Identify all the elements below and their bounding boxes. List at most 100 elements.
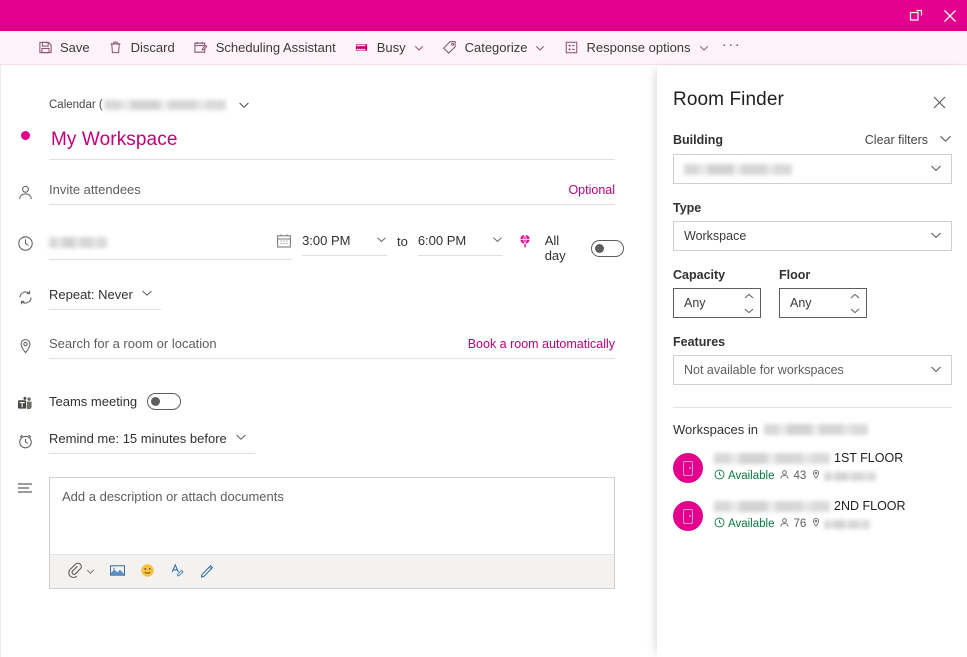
tag-icon — [442, 40, 458, 56]
chevron-down-icon — [141, 287, 153, 302]
building-select[interactable] — [673, 154, 952, 184]
type-value: Workspace — [684, 229, 747, 243]
clock-icon — [714, 469, 725, 483]
capacity-stepper[interactable]: Any — [673, 288, 761, 318]
location-field[interactable]: Search for a room or location Book a roo… — [49, 336, 615, 359]
chevron-down-icon — [699, 43, 709, 53]
description-row: Add a description or attach documents — [1, 477, 615, 589]
capacity-decrement-button[interactable] — [738, 303, 760, 317]
reminder-row: Remind me: 15 minutes before — [1, 431, 255, 454]
capacity-stepper-buttons — [738, 289, 760, 317]
capacity-value: Any — [684, 296, 706, 310]
insert-signature-icon — [169, 562, 186, 582]
edit-pen-icon — [199, 562, 216, 582]
edit-pen-button[interactable] — [193, 558, 221, 586]
book-room-automatically-link[interactable]: Book a room automatically — [468, 337, 615, 351]
workspace-name-redacted — [714, 452, 830, 464]
workspace-name-suffix: 2ND FLOOR — [834, 499, 906, 513]
start-time-value: 3:00 PM — [302, 233, 351, 248]
capacity-group: Capacity Any — [673, 251, 761, 318]
repeat-field[interactable]: Repeat: Never — [49, 287, 161, 310]
floor-stepper[interactable]: Any — [779, 288, 867, 318]
floor-decrement-button[interactable] — [844, 303, 866, 317]
chevron-down-icon — [535, 43, 545, 53]
capacity-increment-button[interactable] — [738, 289, 760, 303]
calendar-value-redacted — [103, 100, 226, 110]
response-options-icon — [563, 40, 579, 56]
description-toolbar — [50, 554, 614, 588]
workspace-location-redacted — [824, 519, 871, 529]
availability-group: Available — [714, 469, 774, 483]
start-date-value-redacted — [49, 237, 107, 248]
workspace-result-item[interactable]: 1ST FLOOR Available 43 — [673, 449, 952, 485]
capacity-floor-row: Capacity Any Floor Any — [673, 251, 952, 318]
clock-icon — [714, 517, 725, 531]
floor-increment-button[interactable] — [844, 289, 866, 303]
attach-file-button[interactable] — [61, 558, 101, 586]
workspace-capacity: 43 — [793, 470, 807, 482]
optional-attendees-link[interactable]: Optional — [568, 183, 615, 197]
emoji-button[interactable] — [133, 558, 161, 586]
person-icon — [1, 182, 49, 201]
reminder-field[interactable]: Remind me: 15 minutes before — [49, 431, 255, 454]
save-button[interactable]: Save — [28, 31, 99, 65]
alarm-clock-icon — [1, 431, 49, 450]
end-time-field[interactable]: 6:00 PM — [417, 233, 503, 256]
all-day-toggle[interactable] — [591, 239, 624, 257]
start-date-field[interactable] — [49, 233, 293, 260]
attendees-field[interactable]: Invite attendees Optional — [49, 182, 615, 205]
location-pin-icon — [1, 336, 49, 355]
categorize-button[interactable]: Categorize — [433, 31, 555, 65]
features-select[interactable]: Not available for workspaces — [673, 355, 952, 385]
start-time-field[interactable]: 3:00 PM — [302, 233, 387, 256]
capacity-group: 76 — [779, 517, 806, 531]
clear-filters-button[interactable]: Clear filters — [865, 132, 952, 148]
command-bar: Save Discard Scheduling Assistant Busy C… — [0, 31, 967, 65]
clock-icon — [1, 233, 49, 252]
attendees-placeholder: Invite attendees — [49, 182, 141, 197]
busy-status-label: Busy — [376, 40, 406, 55]
workspace-result-item[interactable]: 2ND FLOOR Available 76 — [673, 497, 952, 533]
repeat-label: Repeat: Never — [49, 287, 133, 302]
more-commands-button[interactable]: ··· — [718, 31, 746, 65]
description-input[interactable]: Add a description or attach documents — [50, 478, 614, 554]
pop-out-icon — [909, 9, 923, 21]
location-group — [811, 469, 877, 483]
repeat-icon — [1, 287, 49, 306]
response-options-button[interactable]: Response options — [554, 31, 717, 65]
workspaces-heading-prefix: Workspaces in — [673, 422, 759, 437]
calendar-selector[interactable]: Calendar ( — [49, 99, 299, 111]
location-pin-icon — [811, 517, 821, 531]
scheduling-assistant-button[interactable]: Scheduling Assistant — [184, 31, 345, 65]
teams-meeting-toggle[interactable] — [147, 393, 182, 410]
calendar-icon[interactable] — [276, 233, 292, 252]
end-time-value: 6:00 PM — [417, 233, 467, 248]
window-body: Calendar ( My Workspace Invite attendees… — [0, 65, 967, 657]
close-window-button[interactable] — [933, 0, 967, 31]
description-lines-icon — [1, 477, 49, 497]
type-select[interactable]: Workspace — [673, 221, 952, 251]
availability-status: Available — [728, 518, 775, 530]
event-form: Calendar ( My Workspace Invite attendees… — [1, 65, 657, 657]
trash-icon — [108, 40, 124, 56]
workspace-capacity: 76 — [793, 518, 807, 530]
availability-group: Available — [714, 517, 774, 531]
busy-status-icon — [354, 40, 370, 56]
pop-out-button[interactable] — [899, 0, 933, 31]
insert-picture-button[interactable] — [103, 558, 131, 586]
event-title-value: My Workspace — [51, 129, 178, 150]
features-value: Not available for workspaces — [684, 363, 844, 377]
discard-button[interactable]: Discard — [99, 31, 184, 65]
location-group — [811, 517, 871, 531]
features-label: Features — [673, 335, 726, 349]
timezone-icon[interactable] — [517, 233, 533, 249]
close-room-finder-button[interactable] — [926, 89, 952, 115]
busy-status-button[interactable]: Busy — [345, 31, 433, 65]
floor-value: Any — [790, 296, 812, 310]
category-dot-icon — [1, 129, 49, 140]
insert-signature-button[interactable] — [163, 558, 191, 586]
chevron-down-icon — [86, 564, 95, 579]
floor-group: Floor Any — [779, 251, 867, 318]
event-title-field[interactable]: My Workspace — [49, 129, 615, 160]
chevron-down-icon — [238, 99, 250, 111]
